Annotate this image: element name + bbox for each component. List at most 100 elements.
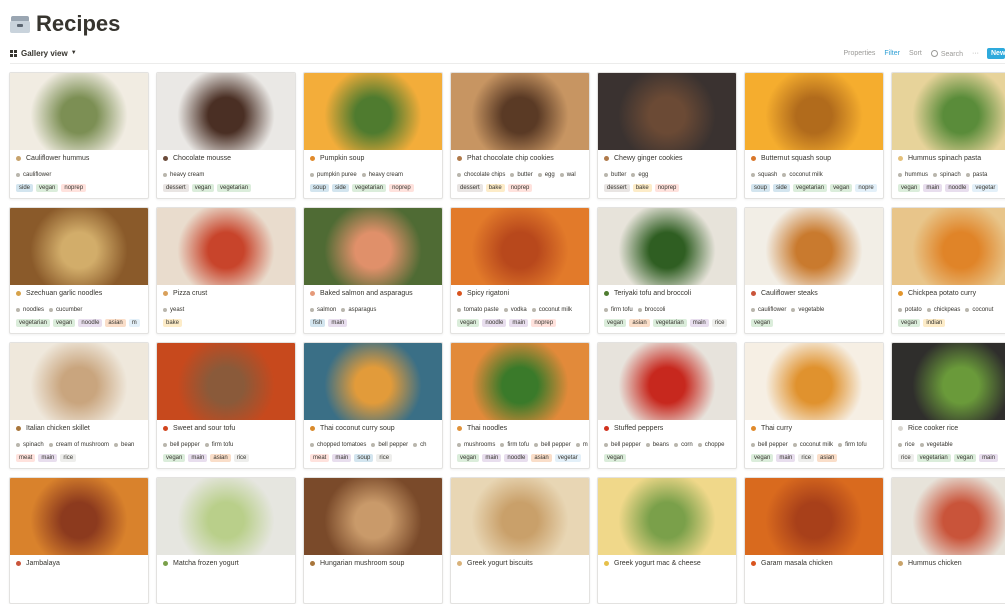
recipe-title: Garam masala chicken	[751, 560, 833, 567]
gallery-card[interactable]: Chewy ginger cookiesbuttereggdessertbake…	[597, 72, 737, 199]
ingredient-label: bell pepper	[611, 442, 641, 448]
search-button[interactable]: Search	[931, 49, 963, 58]
tag-badge: noprep	[61, 184, 86, 192]
recipe-emoji-icon	[16, 426, 21, 431]
recipe-title: Phat chocolate chip cookies	[457, 155, 554, 162]
gallery-card[interactable]: Teriyaki tofu and broccolifirm tofubrocc…	[597, 207, 737, 334]
tag-badge: rice	[898, 454, 914, 462]
ingredient-item: cream of mushroom	[49, 442, 109, 448]
ingredient-item: asparagus	[341, 307, 376, 313]
recipe-cover-image	[10, 73, 148, 150]
gallery-card[interactable]: Pumpkin souppumpkin pureeheavy creamsoup…	[303, 72, 443, 199]
ingredient-item: coconut	[965, 307, 993, 313]
gallery-card[interactable]: Butternut squash soup squashcoconut milk s…	[744, 72, 884, 199]
gallery-card[interactable]: Szechuan garlic noodlesnoodlescucumberve…	[9, 207, 149, 334]
gallery-card[interactable]: Sweet and sour tofubell pepperfirm tofuv…	[156, 342, 296, 469]
recipe-emoji-icon	[16, 156, 21, 161]
tag-badge: vegan	[163, 454, 185, 462]
recipe-emoji-icon	[751, 291, 756, 296]
gallery-card[interactable]: Italian chicken skilletspinachcream of m…	[9, 342, 149, 469]
recipe-cover-image	[451, 73, 589, 150]
ingredient-icon	[500, 443, 504, 447]
recipe-title: Butternut squash soup	[751, 155, 831, 162]
ingredient-label: firm tofu	[611, 307, 633, 313]
gallery-card[interactable]: Cauliflower hummuscauliflowersideveganno…	[9, 72, 149, 199]
gallery-card[interactable]: Thai currybell peppercoconut milkfirm to…	[744, 342, 884, 469]
recipe-title: Chewy ginger cookies	[604, 155, 682, 162]
ingredient-icon	[604, 173, 608, 177]
tag-badge: vegetarian	[352, 184, 386, 192]
gallery-card[interactable]: Baked salmon and asparagussalmonasparagu…	[303, 207, 443, 334]
ingredient-icon	[371, 443, 375, 447]
ingredient-item: cucumber	[49, 307, 82, 313]
tag-badge: noodle	[945, 184, 969, 192]
more-options-button[interactable]: ···	[972, 50, 979, 57]
gallery-card[interactable]: Chickpea potato currypotatochickpeascoco…	[891, 207, 1005, 334]
gallery-card[interactable]: Chocolate mousseheavy creamdessertveganv…	[156, 72, 296, 199]
gallery-card[interactable]: Thai noodlesmushroomsfirm tofubell peppe…	[450, 342, 590, 469]
ingredient-icon	[965, 308, 969, 312]
tag-badge: soup	[751, 184, 770, 192]
ingredient-item: choppe	[698, 442, 725, 448]
ingredient-icon	[631, 173, 635, 177]
recipe-title: Cauliflower hummus	[16, 155, 89, 162]
ingredient-label: chocolate chips	[464, 172, 505, 178]
recipe-title-text: Chickpea potato curry	[908, 290, 976, 297]
tag-badge: main	[509, 319, 528, 327]
tags-list: dessertbakenoprep	[604, 184, 682, 192]
tag-badge: vegan	[751, 454, 773, 462]
sort-button[interactable]: Sort	[909, 50, 922, 57]
gallery-card[interactable]: Hungarian mushroom soup	[303, 477, 443, 604]
gallery-card[interactable]: Cauliflower steakscauliflowervegetableve…	[744, 207, 884, 334]
recipe-title: Hungarian mushroom soup	[310, 560, 404, 567]
ingredient-label: hummus	[905, 172, 928, 178]
view-switcher[interactable]: Gallery view ▼	[10, 49, 77, 58]
ingredient-item: potato	[898, 307, 922, 313]
gallery-card[interactable]: Hummus chicken	[891, 477, 1005, 604]
recipe-emoji-icon	[310, 426, 315, 431]
gallery-card[interactable]: Pizza crustyeastbake	[156, 207, 296, 334]
ingredient-label: cauliflower	[758, 307, 786, 313]
properties-button[interactable]: Properties	[844, 50, 876, 57]
gallery-card[interactable]: Jambalaya	[9, 477, 149, 604]
view-label: Gallery view	[21, 49, 68, 58]
ingredients-list: squashcoconut milk	[751, 172, 828, 178]
tag-badge: vegan	[53, 319, 75, 327]
gallery-card[interactable]: Greek yogurt mac & cheese	[597, 477, 737, 604]
gallery-card[interactable]: Phat chocolate chip cookies chocolate chi…	[450, 72, 590, 199]
ingredient-item: coconut milk	[532, 307, 572, 313]
gallery-card[interactable]: Stuffed peppersbell pepperbeanscornchopp…	[597, 342, 737, 469]
gallery-card[interactable]: Hummus spinach pastahummusspinachpastave…	[891, 72, 1005, 199]
ingredient-icon	[534, 443, 538, 447]
recipe-title-text: Butternut squash soup	[761, 155, 831, 162]
ingredient-label: broccoli	[645, 307, 666, 313]
gallery-card[interactable]: Matcha frozen yogurt	[156, 477, 296, 604]
ingredient-label: salmon	[317, 307, 336, 313]
new-button[interactable]: New	[987, 48, 1005, 59]
tags-list: ricevegetarianveganmain	[898, 454, 1001, 462]
tags-list: veganmainriceasian	[751, 454, 840, 462]
toolbar-divider	[10, 63, 1005, 64]
recipe-title-text: Jambalaya	[26, 560, 60, 567]
recipe-emoji-icon	[751, 426, 756, 431]
tags-list: fishmain	[310, 319, 350, 327]
recipe-cover-image	[598, 73, 736, 150]
recipe-emoji-icon	[898, 426, 903, 431]
gallery-card[interactable]: Rice cooker ricericevegetablericevegetar…	[891, 342, 1005, 469]
ingredient-label: firm tofu	[212, 442, 234, 448]
ingredient-label: spinach	[23, 442, 44, 448]
gallery-card[interactable]: Greek yogurt biscuits	[450, 477, 590, 604]
tag-badge: vegan	[898, 184, 920, 192]
ingredient-label: bell pepper	[170, 442, 200, 448]
recipe-title: Szechuan garlic noodles	[16, 290, 102, 297]
gallery-card[interactable]: Thai coconut curry soupchopped tomatoesb…	[303, 342, 443, 469]
gallery-card[interactable]: Garam masala chicken	[744, 477, 884, 604]
ingredient-item: corn	[674, 442, 693, 448]
gallery-card[interactable]: Spicy rigatonitomato pastevodkacoconut m…	[450, 207, 590, 334]
ingredient-item: spinach	[933, 172, 961, 178]
ingredient-icon	[604, 308, 608, 312]
recipe-title-text: Szechuan garlic noodles	[26, 290, 102, 297]
tag-badge: side	[16, 184, 33, 192]
ingredient-label: firm tofu	[845, 442, 867, 448]
filter-button[interactable]: Filter	[884, 50, 900, 57]
